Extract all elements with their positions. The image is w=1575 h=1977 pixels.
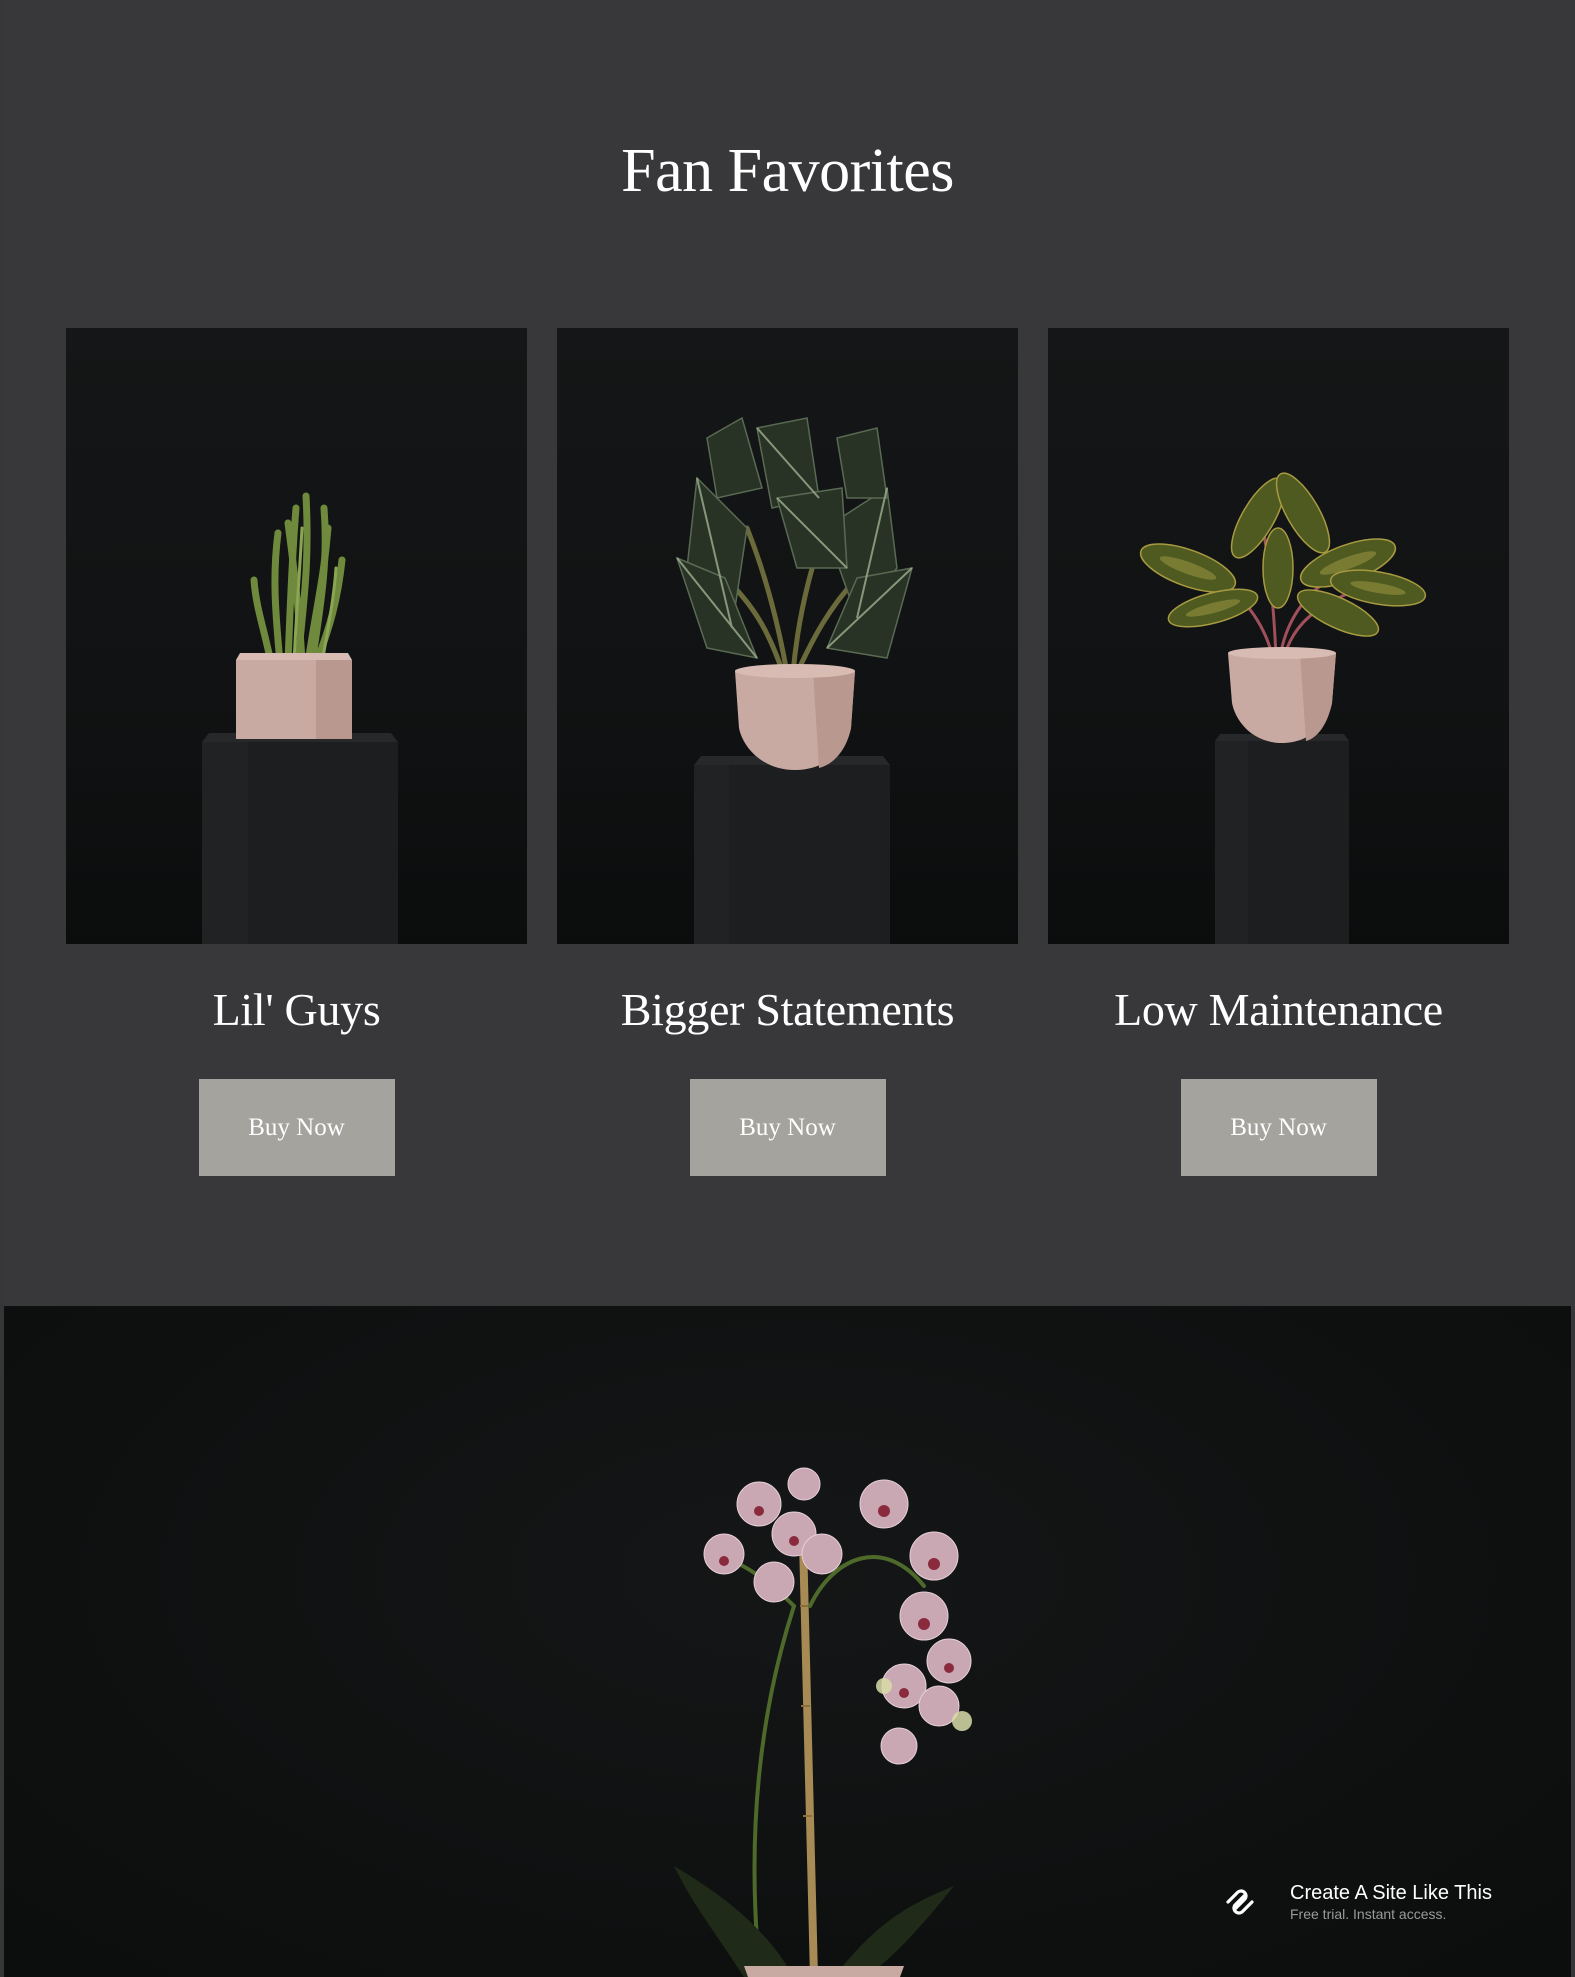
section-title: Fan Favorites xyxy=(621,137,954,205)
product-card-low-maintenance: Low Maintenance Buy Now xyxy=(1048,328,1509,1176)
badge-title: Create A Site Like This xyxy=(1290,1882,1492,1904)
alocasia-plant-image xyxy=(675,416,914,944)
product-card-bigger-statements: Bigger Statements Buy Now xyxy=(557,328,1018,1176)
create-site-badge[interactable]: Create A Site Like This Free trial. Inst… xyxy=(1200,1867,1530,1937)
aglaonema-plant-image xyxy=(1139,472,1427,944)
badge-text: Create A Site Like This Free trial. Inst… xyxy=(1290,1881,1492,1923)
product-image-lil-guys[interactable] xyxy=(66,328,527,944)
product-name: Low Maintenance xyxy=(1114,984,1443,1035)
buy-now-button-bigger-statements[interactable]: Buy Now xyxy=(689,1079,886,1176)
buy-now-button-low-maintenance[interactable]: Buy Now xyxy=(1180,1079,1377,1176)
fan-favorites-section: Fan Favorites Lil' Guys Buy Now Bigger S… xyxy=(4,0,1571,1306)
product-image-low-maintenance[interactable] xyxy=(1048,328,1509,944)
page: Fan Favorites Lil' Guys Buy Now Bigger S… xyxy=(0,0,1575,1977)
squarespace-logo-icon xyxy=(1226,1889,1254,1915)
product-card-lil-guys: Lil' Guys Buy Now xyxy=(66,328,527,1176)
product-image-bigger-statements[interactable] xyxy=(557,328,1018,944)
product-name: Lil' Guys xyxy=(212,984,381,1035)
cactus-plant-image xyxy=(202,492,398,944)
buy-now-button-lil-guys[interactable]: Buy Now xyxy=(198,1079,395,1176)
product-name: Bigger Statements xyxy=(620,984,955,1035)
badge-subtitle: Free trial. Instant access. xyxy=(1290,1906,1447,1922)
